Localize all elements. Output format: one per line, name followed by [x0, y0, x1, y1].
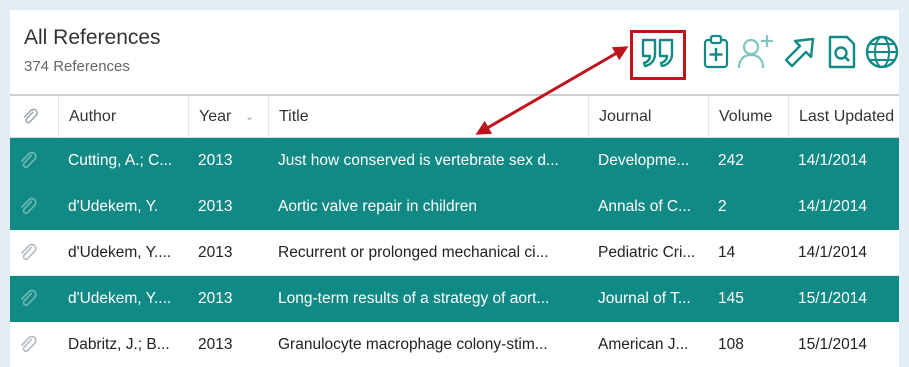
- paperclip-icon: [19, 335, 39, 355]
- open-url-button[interactable]: [782, 30, 818, 74]
- paperclip-icon: [19, 289, 39, 309]
- year-cell: 2013: [198, 290, 233, 307]
- column-journal[interactable]: Journal: [588, 96, 708, 138]
- share-arrow-icon: [782, 34, 818, 70]
- author-cell: d'Udekem, Y....: [68, 244, 172, 261]
- author-cell: d'Udekem, Y.: [68, 198, 159, 215]
- table-row[interactable]: Cutting, A.; C... 2013 Just how conserve…: [10, 138, 899, 184]
- table-header: Author Year ⌄ Title Journal Volume Last …: [10, 94, 899, 138]
- column-journal-label: Journal: [599, 108, 652, 125]
- author-cell: d'Udekem, Y....: [68, 290, 172, 307]
- volume-cell: 108: [718, 336, 744, 353]
- search-document-icon: [827, 34, 857, 70]
- table-row[interactable]: Dabritz, J.; B... 2013 Granulocyte macro…: [10, 322, 899, 367]
- column-title[interactable]: Title: [268, 96, 588, 138]
- volume-cell: 2: [718, 198, 727, 215]
- find-full-text-button[interactable]: [824, 30, 860, 74]
- column-last-updated-label: Last Updated: [799, 108, 895, 125]
- column-attachment[interactable]: [10, 96, 50, 138]
- column-volume-label: Volume: [719, 108, 773, 125]
- year-cell: 2013: [198, 336, 233, 353]
- globe-icon: [864, 34, 899, 70]
- paperclip-icon: [19, 151, 39, 171]
- title-cell: Just how conserved is vertebrate sex d..…: [278, 152, 559, 169]
- volume-cell: 242: [718, 152, 744, 169]
- insert-citation-button[interactable]: [698, 30, 734, 74]
- references-panel: All References 374 References Author Yea…: [10, 10, 899, 367]
- column-title-label: Title: [279, 108, 309, 125]
- online-search-button[interactable]: [864, 30, 899, 74]
- toolbar: [630, 30, 899, 80]
- journal-cell: Annals of C...: [598, 198, 692, 215]
- journal-cell: Pediatric Cri...: [598, 244, 696, 261]
- paperclip-icon: [19, 243, 39, 263]
- chevron-down-icon: ⌄: [245, 111, 255, 123]
- paperclip-icon: [22, 108, 38, 125]
- clipboard-add-icon: [702, 34, 730, 70]
- journal-cell: American J...: [598, 336, 689, 353]
- page-title: All References: [24, 26, 161, 49]
- quote-button[interactable]: [630, 30, 686, 80]
- add-user-icon: [737, 33, 775, 71]
- table-row[interactable]: d'Udekem, Y.... 2013 Recurrent or prolon…: [10, 230, 899, 276]
- updated-cell: 15/1/2014: [798, 336, 867, 353]
- title-cell: Long-term results of a strategy of aort.…: [278, 290, 550, 307]
- journal-cell: Journal of T...: [598, 290, 691, 307]
- column-last-updated[interactable]: Last Updated: [788, 96, 899, 138]
- volume-cell: 145: [718, 290, 744, 307]
- volume-cell: 14: [718, 244, 736, 261]
- list-header: All References 374 References: [10, 10, 899, 94]
- quote-icon: [640, 37, 676, 74]
- column-author[interactable]: Author: [58, 96, 188, 138]
- updated-cell: 14/1/2014: [798, 198, 867, 215]
- column-volume[interactable]: Volume: [708, 96, 788, 138]
- table-row[interactable]: d'Udekem, Y. 2013 Aortic valve repair in…: [10, 184, 899, 230]
- title-cell: Aortic valve repair in children: [278, 198, 478, 215]
- share-with-user-button[interactable]: [737, 30, 775, 74]
- journal-cell: Developme...: [598, 152, 690, 169]
- year-cell: 2013: [198, 152, 233, 169]
- updated-cell: 15/1/2014: [798, 290, 867, 307]
- column-author-label: Author: [69, 108, 117, 125]
- title-cell: Recurrent or prolonged mechanical ci...: [278, 244, 549, 261]
- paperclip-icon: [19, 197, 39, 217]
- reference-count: 374 References: [24, 58, 130, 75]
- updated-cell: 14/1/2014: [798, 152, 867, 169]
- column-year[interactable]: Year ⌄: [188, 96, 268, 138]
- year-cell: 2013: [198, 198, 233, 215]
- author-cell: Dabritz, J.; B...: [68, 336, 170, 353]
- column-year-label: Year: [199, 108, 232, 125]
- author-cell: Cutting, A.; C...: [68, 152, 173, 169]
- year-cell: 2013: [198, 244, 233, 261]
- updated-cell: 14/1/2014: [798, 244, 867, 261]
- title-cell: Granulocyte macrophage colony-stim...: [278, 336, 548, 353]
- table-row[interactable]: d'Udekem, Y.... 2013 Long-term results o…: [10, 276, 899, 322]
